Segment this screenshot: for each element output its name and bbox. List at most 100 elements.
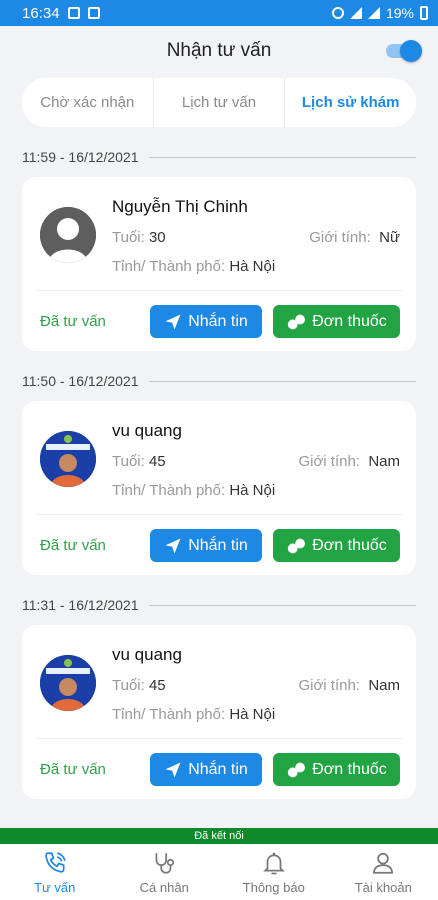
toggle-knob (400, 40, 422, 62)
nav-item-notifications[interactable]: Thông báo (219, 844, 329, 900)
patient-age-gender: Tuổi: 45 Giới tính: Nam (112, 677, 400, 694)
prescription-button-label: Đơn thuốc (312, 760, 387, 778)
patient-gender: Nam (368, 453, 400, 470)
message-button[interactable]: Nhắn tin (150, 529, 262, 562)
patient-info: vu quang Tuổi: 45 Giới tính: Nam Tỉnh/ T… (112, 645, 400, 723)
pills-icon (288, 538, 306, 553)
patient-card[interactable]: vu quang Tuổi: 45 Giới tính: Nam Tỉnh/ T… (22, 401, 416, 575)
patient-city-row: Tỉnh/ Thành phố: Hà Nội (112, 482, 400, 499)
patient-age-gender: Tuổi: 45 Giới tính: Nam (112, 453, 400, 470)
default-avatar-icon (40, 207, 96, 263)
nav-label: Cá nhân (139, 879, 189, 895)
session: 11:31 - 16/12/2021 vu quang Tuổi: 45 Giớ… (0, 585, 438, 799)
phone-icon (45, 851, 66, 873)
patient-name: Nguyễn Thị Chinh (112, 197, 248, 216)
session-date-row: 11:59 - 16/12/2021 (0, 137, 438, 177)
wifi-icon (349, 7, 362, 19)
nav-label: Tư vấn (34, 879, 76, 895)
session-datetime: 11:59 - 16/12/2021 (22, 149, 139, 165)
stethoscope-icon (155, 852, 175, 874)
send-icon (165, 762, 181, 777)
consult-status: Đã tư vấn (40, 313, 106, 330)
connection-banner: Đã kết nối (0, 828, 438, 844)
patient-age: 45 (148, 453, 166, 470)
bottom-nav: Tư vấn Cá nhân Thông báo Tài khoản (0, 844, 438, 900)
prescription-button[interactable]: Đơn thuốc (273, 529, 400, 562)
card-divider (36, 290, 402, 291)
patient-card[interactable]: vu quang Tuổi: 45 Giới tính: Nam Tỉnh/ T… (22, 625, 416, 799)
bell-icon (262, 851, 285, 874)
profile-photo-icon (40, 655, 96, 711)
tab-schedule[interactable]: Lịch tư vấn (154, 78, 286, 127)
nav-label: Thông báo (242, 879, 305, 895)
prescription-button[interactable]: Đơn thuốc (273, 753, 400, 786)
nav-item-account[interactable]: Tài khoản (329, 844, 438, 900)
message-button-label: Nhắn tin (188, 312, 248, 330)
signal-icon (367, 7, 380, 19)
consult-status: Đã tư vấn (40, 761, 106, 778)
tab-pending[interactable]: Chờ xác nhận (22, 78, 154, 127)
patient-city: Hà Nội (229, 258, 276, 275)
message-button[interactable]: Nhắn tin (150, 753, 262, 786)
message-button[interactable]: Nhắn tin (150, 305, 262, 338)
session-datetime: 11:31 - 16/12/2021 (22, 597, 139, 613)
patient-city-row: Tỉnh/ Thành phố: Hà Nội (112, 706, 400, 723)
status-time: 16:34 (22, 4, 60, 22)
avatar (40, 431, 96, 487)
session: 11:50 - 16/12/2021 vu quang Tuổi: 45 Giớ… (0, 361, 438, 575)
prescription-button-label: Đơn thuốc (312, 312, 387, 330)
city-label: Tỉnh/ Thành phố: (112, 706, 226, 723)
consult-status: Đã tư vấn (40, 537, 106, 554)
session-date-row: 11:50 - 16/12/2021 (0, 361, 438, 401)
age-label: Tuổi: (112, 453, 145, 470)
header: Nhận tư vấn (0, 26, 438, 76)
gender-label: Giới tính: (298, 453, 360, 470)
session-datetime: 11:50 - 16/12/2021 (22, 373, 139, 389)
divider (148, 604, 416, 606)
city-label: Tỉnh/ Thành phố: (112, 258, 226, 275)
send-icon (165, 538, 181, 553)
pills-icon (288, 314, 306, 329)
card-divider (36, 738, 402, 739)
nav-item-personal[interactable]: Cá nhân (110, 844, 220, 900)
patient-city-row: Tỉnh/ Thành phố: Hà Nội (112, 258, 400, 275)
session-date-row: 11:31 - 16/12/2021 (0, 585, 438, 625)
city-label: Tỉnh/ Thành phố: (112, 482, 226, 499)
image-icon (87, 7, 100, 19)
battery-percent: 19% (385, 5, 414, 21)
tab-bar: Chờ xác nhận Lịch tư vấn Lịch sử khám (22, 78, 416, 127)
patient-name: vu quang (112, 421, 182, 440)
card-divider (36, 514, 402, 515)
message-button-label: Nhắn tin (188, 760, 248, 778)
patient-name: vu quang (112, 645, 182, 664)
status-bar: 16:34 19% (0, 0, 438, 26)
age-label: Tuổi: (112, 229, 145, 246)
battery-icon (420, 6, 428, 20)
send-icon (165, 314, 181, 329)
page-title: Nhận tư vấn (166, 40, 272, 61)
pills-icon (288, 762, 306, 777)
avatar (40, 207, 96, 263)
age-label: Tuổi: (112, 677, 145, 694)
avatar (40, 655, 96, 711)
patient-city: Hà Nội (229, 706, 276, 723)
divider (148, 380, 416, 382)
nav-item-consult[interactable]: Tư vấn (0, 844, 110, 900)
profile-photo-icon (40, 431, 96, 487)
session: 11:59 - 16/12/2021 Nguyễn Thị Chinh Tuổi… (0, 137, 438, 351)
patient-info: Nguyễn Thị Chinh Tuổi: 30 Giới tính: Nữ … (112, 197, 400, 275)
prescription-button[interactable]: Đơn thuốc (273, 305, 400, 338)
tab-history[interactable]: Lịch sử khám (285, 78, 416, 127)
patient-card[interactable]: Nguyễn Thị Chinh Tuổi: 30 Giới tính: Nữ … (22, 177, 416, 351)
gender-label: Giới tính: (298, 677, 360, 694)
patient-gender: Nam (368, 677, 400, 694)
prescription-button-label: Đơn thuốc (312, 536, 387, 554)
message-button-label: Nhắn tin (188, 536, 248, 554)
alarm-icon (331, 7, 344, 19)
gender-label: Giới tính: (309, 229, 371, 246)
divider (148, 156, 416, 158)
patient-age-gender: Tuổi: 30 Giới tính: Nữ (112, 229, 400, 246)
patient-info: vu quang Tuổi: 45 Giới tính: Nam Tỉnh/ T… (112, 421, 400, 499)
patient-age: 30 (148, 229, 166, 246)
availability-toggle[interactable] (386, 40, 422, 62)
